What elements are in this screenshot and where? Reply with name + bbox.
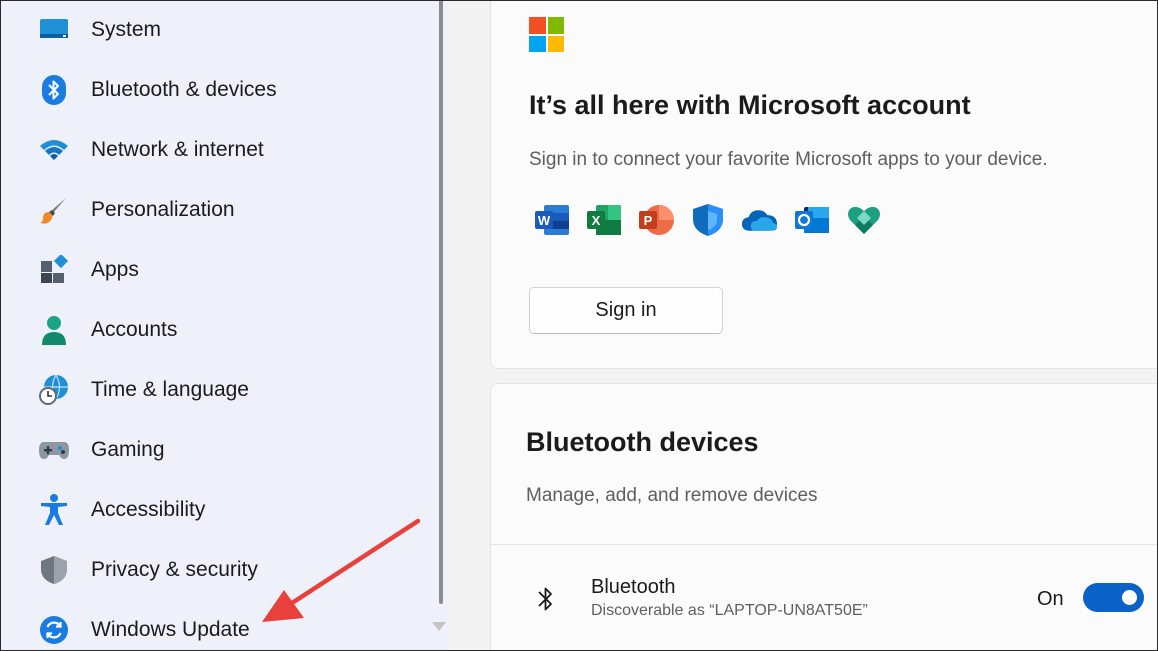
- bluetooth-setting-description: Discoverable as “LAPTOP-UN8AT50E”: [591, 602, 868, 619]
- bluetooth-toggle[interactable]: [1083, 583, 1144, 612]
- divider: [491, 544, 1158, 545]
- sidebar-item-bluetooth-devices[interactable]: Bluetooth & devices: [0, 63, 430, 117]
- sidebar-item-privacy-security[interactable]: Privacy & security: [0, 543, 430, 597]
- sidebar-item-gaming[interactable]: Gaming: [0, 423, 430, 477]
- family-safety-icon: [845, 201, 882, 238]
- svg-text:X: X: [591, 213, 600, 228]
- paintbrush-icon: [38, 194, 70, 226]
- onedrive-icon: [741, 201, 778, 238]
- sidebar-item-label: Accounts: [91, 318, 178, 341]
- sidebar-scrollbar[interactable]: [439, 0, 443, 604]
- card-title: It’s all here with Microsoft account: [529, 90, 971, 120]
- sidebar-item-network-internet[interactable]: Network & internet: [0, 123, 430, 177]
- sidebar: System Bluetooth & devices Network & int…: [0, 0, 448, 651]
- wifi-icon: [38, 134, 70, 166]
- card-subtitle: Sign in to connect your favorite Microso…: [529, 149, 1048, 170]
- apps-icon: [38, 254, 70, 286]
- sidebar-item-label: System: [91, 18, 162, 41]
- sidebar-item-label: Bluetooth & devices: [91, 78, 277, 101]
- word-icon: W: [533, 201, 570, 238]
- main-content: It’s all here with Microsoft account Sig…: [448, 0, 1158, 651]
- sidebar-item-label: Privacy & security: [91, 558, 258, 581]
- excel-icon: X: [585, 201, 622, 238]
- outlook-icon: [793, 201, 830, 238]
- sidebar-item-label: Network & internet: [91, 138, 264, 161]
- sidebar-item-label: Personalization: [91, 198, 235, 221]
- sidebar-item-apps[interactable]: Apps: [0, 243, 430, 297]
- sidebar-item-label: Windows Update: [91, 618, 250, 641]
- sign-in-button[interactable]: Sign in: [529, 287, 723, 334]
- sidebar-item-label: Accessibility: [91, 498, 206, 521]
- scroll-down-arrow[interactable]: [432, 622, 446, 631]
- gamepad-icon: [38, 434, 70, 466]
- system-icon: [38, 14, 70, 46]
- globe-clock-icon: [38, 374, 70, 406]
- bluetooth-icon: [529, 582, 563, 616]
- toggle-knob: [1122, 590, 1137, 605]
- microsoft-account-card: It’s all here with Microsoft account Sig…: [490, 0, 1158, 369]
- sidebar-item-time-language[interactable]: Time & language: [0, 363, 430, 417]
- powerpoint-icon: P: [637, 201, 674, 238]
- sidebar-item-system[interactable]: System: [0, 3, 430, 57]
- sidebar-item-label: Time & language: [91, 378, 249, 401]
- sidebar-item-accounts[interactable]: Accounts: [0, 303, 430, 357]
- section-subtitle: Manage, add, and remove devices: [526, 485, 818, 506]
- bluetooth-icon: [38, 74, 70, 106]
- sidebar-item-accessibility[interactable]: Accessibility: [0, 483, 430, 537]
- svg-text:P: P: [643, 213, 652, 228]
- sidebar-item-windows-update[interactable]: Windows Update: [0, 603, 430, 651]
- microsoft-apps-row: W X P: [533, 201, 882, 241]
- bluetooth-devices-card: Bluetooth devices Manage, add, and remov…: [490, 383, 1158, 651]
- sidebar-item-label: Apps: [91, 258, 139, 281]
- svg-text:W: W: [537, 213, 550, 228]
- person-icon: [38, 314, 70, 346]
- sidebar-item-label: Gaming: [91, 438, 165, 461]
- toggle-state-label: On: [1037, 588, 1064, 610]
- defender-icon: [689, 201, 726, 238]
- section-title: Bluetooth devices: [526, 427, 759, 457]
- bluetooth-setting-name: Bluetooth: [591, 576, 676, 598]
- shield-icon: [38, 554, 70, 586]
- refresh-icon: [38, 614, 70, 646]
- accessibility-icon: [38, 494, 70, 526]
- sidebar-item-personalization[interactable]: Personalization: [0, 183, 430, 237]
- microsoft-logo-icon: [529, 17, 564, 52]
